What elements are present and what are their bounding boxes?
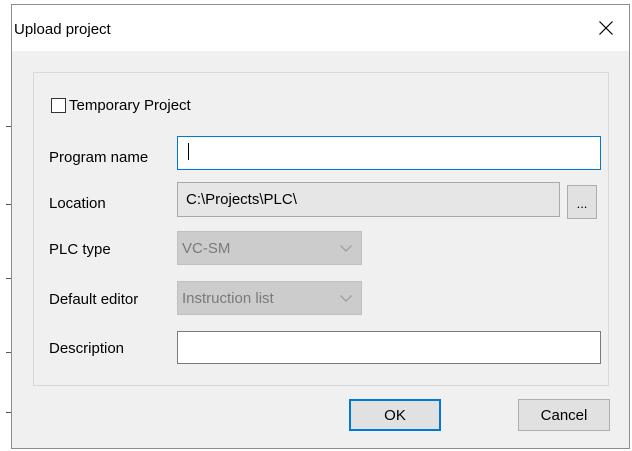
cancel-button[interactable]: Cancel xyxy=(518,399,610,431)
temporary-project-label[interactable]: Temporary Project xyxy=(69,97,191,114)
chevron-down-icon xyxy=(340,295,352,302)
close-button[interactable] xyxy=(583,5,629,51)
plc-type-label: PLC type xyxy=(49,241,111,258)
upload-project-dialog: Upload project Temporary Project Program… xyxy=(11,4,630,449)
default-editor-select[interactable]: Instruction list xyxy=(177,281,362,315)
chevron-down-icon xyxy=(340,245,352,252)
location-value: C:\Projects\PLC\ xyxy=(186,191,297,208)
location-field[interactable]: C:\Projects\PLC\ xyxy=(177,182,560,217)
dialog-titlebar[interactable]: Upload project xyxy=(12,5,629,51)
ok-button[interactable]: OK xyxy=(349,399,441,431)
location-label: Location xyxy=(49,195,106,212)
cancel-button-label: Cancel xyxy=(540,406,588,424)
ok-button-label: OK xyxy=(384,406,406,424)
temporary-project-row[interactable]: Temporary Project xyxy=(51,95,191,115)
background-editor-edge xyxy=(0,0,11,451)
browse-location-button[interactable]: ... xyxy=(567,185,597,219)
description-label: Description xyxy=(49,340,125,357)
dialog-title: Upload project xyxy=(14,21,111,38)
close-icon xyxy=(599,21,613,35)
text-caret xyxy=(188,143,189,160)
temporary-project-checkbox[interactable] xyxy=(51,97,66,113)
program-name-label: Program name xyxy=(49,149,149,166)
browse-button-label: ... xyxy=(576,196,588,211)
description-input[interactable] xyxy=(177,331,601,364)
default-editor-value: Instruction list xyxy=(182,289,274,307)
plc-type-value: VC-SM xyxy=(182,239,231,257)
program-name-input[interactable] xyxy=(177,136,601,170)
plc-type-select[interactable]: VC-SM xyxy=(177,231,362,265)
default-editor-label: Default editor xyxy=(49,291,139,308)
